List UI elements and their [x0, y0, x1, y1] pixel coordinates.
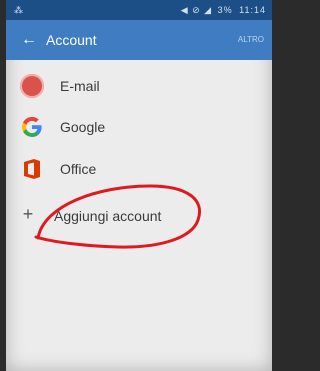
phone-screen: ⁂ ◀ ⊘ ◢ 3% 11:14 ← Account ALTRO E-mail … — [6, 0, 272, 371]
account-label-office: Office — [60, 161, 97, 177]
app-bar: ← Account ALTRO — [6, 20, 272, 60]
office-icon — [24, 159, 40, 179]
account-item-email[interactable]: E-mail — [6, 66, 272, 106]
account-item-office[interactable]: Office — [6, 149, 272, 189]
more-button[interactable]: ALTRO — [238, 35, 264, 44]
page-title: Account — [46, 32, 97, 48]
email-icon — [20, 74, 44, 98]
back-arrow-icon[interactable]: ← — [18, 30, 40, 50]
account-label-email: E-mail — [60, 78, 100, 94]
status-icons: ◀ ⊘ ◢ 3% 11:14 — [181, 5, 266, 16]
account-label-google: Google — [60, 119, 106, 135]
notification-icon: ⁂ — [14, 5, 23, 15]
plus-icon: + — [22, 204, 34, 224]
add-account-button[interactable]: + Aggiungi account — [6, 196, 272, 236]
status-icons-glyphs: ◀ ⊘ ◢ — [180, 5, 213, 15]
account-item-google[interactable]: Google — [6, 107, 272, 147]
google-g-icon — [21, 116, 42, 138]
status-bar: ⁂ ◀ ⊘ ◢ 3% 11:14 — [6, 0, 272, 20]
battery-level: 3% — [217, 5, 233, 15]
clock: 11:14 — [239, 5, 266, 15]
add-account-label: Aggiungi account — [54, 208, 162, 224]
